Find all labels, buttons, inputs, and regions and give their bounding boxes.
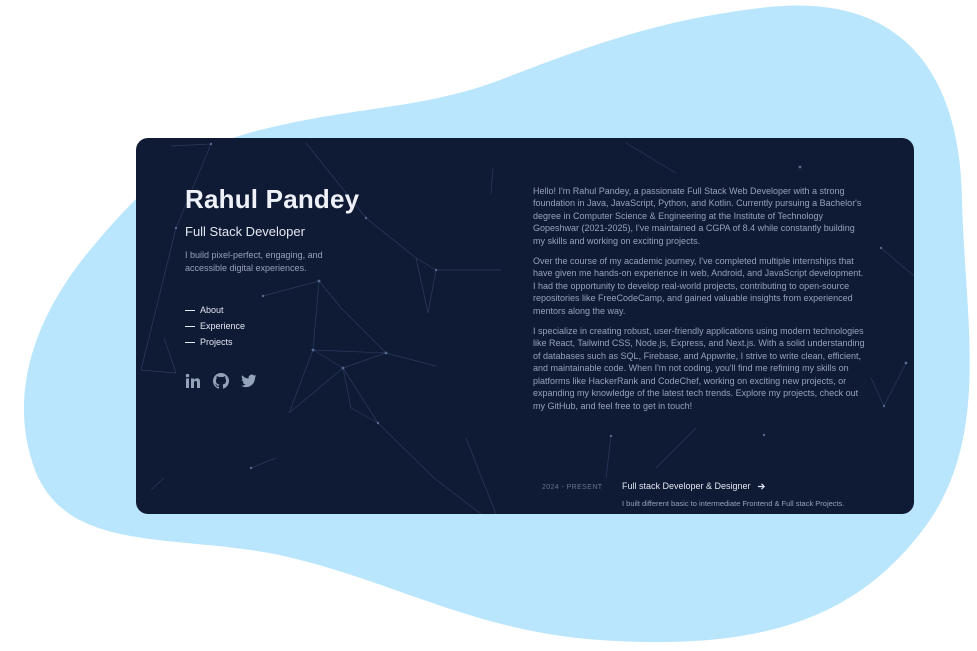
nav-item-label: Experience (200, 321, 246, 332)
about-paragraph: Hello! I'm Rahul Pandey, a passionate Fu… (533, 186, 862, 246)
nav-item-experience[interactable]: Experience (185, 318, 485, 334)
about-paragraph: Over the course of my academic journey, … (533, 256, 864, 316)
social-links (185, 373, 485, 389)
nav-indicator (185, 325, 195, 327)
experience-description: I built different basic to intermediate … (622, 499, 845, 508)
arrow-right-icon (757, 482, 765, 490)
nav-indicator (185, 309, 195, 311)
nav-item-label: Projects (200, 337, 233, 348)
experience-title-link[interactable]: Full stack Developer & Designer (622, 481, 766, 491)
section-nav: About Experience Projects (185, 302, 485, 350)
nav-item-projects[interactable]: Projects (185, 334, 485, 350)
experience-title: Full stack Developer & Designer (622, 481, 751, 491)
profile-role: Full Stack Developer (185, 224, 305, 240)
github-icon[interactable] (213, 373, 229, 389)
about-section: Hello! I'm Rahul Pandey, a passionate Fu… (533, 185, 866, 420)
linkedin-icon[interactable] (185, 373, 201, 389)
profile-tagline: I build pixel-perfect, engaging, and acc… (185, 250, 323, 274)
nav-item-label: About (200, 305, 224, 316)
experience-date: 2024 - PRESENT (542, 484, 603, 491)
profile-column: Rahul Pandey Full Stack Developer I buil… (185, 184, 485, 389)
twitter-icon[interactable] (241, 373, 257, 389)
portfolio-card: Rahul Pandey Full Stack Developer I buil… (136, 138, 914, 514)
nav-item-about[interactable]: About (185, 302, 485, 318)
profile-name: Rahul Pandey (185, 184, 360, 214)
about-paragraph: I specialize in creating robust, user-fr… (533, 326, 865, 411)
nav-indicator (185, 341, 195, 343)
